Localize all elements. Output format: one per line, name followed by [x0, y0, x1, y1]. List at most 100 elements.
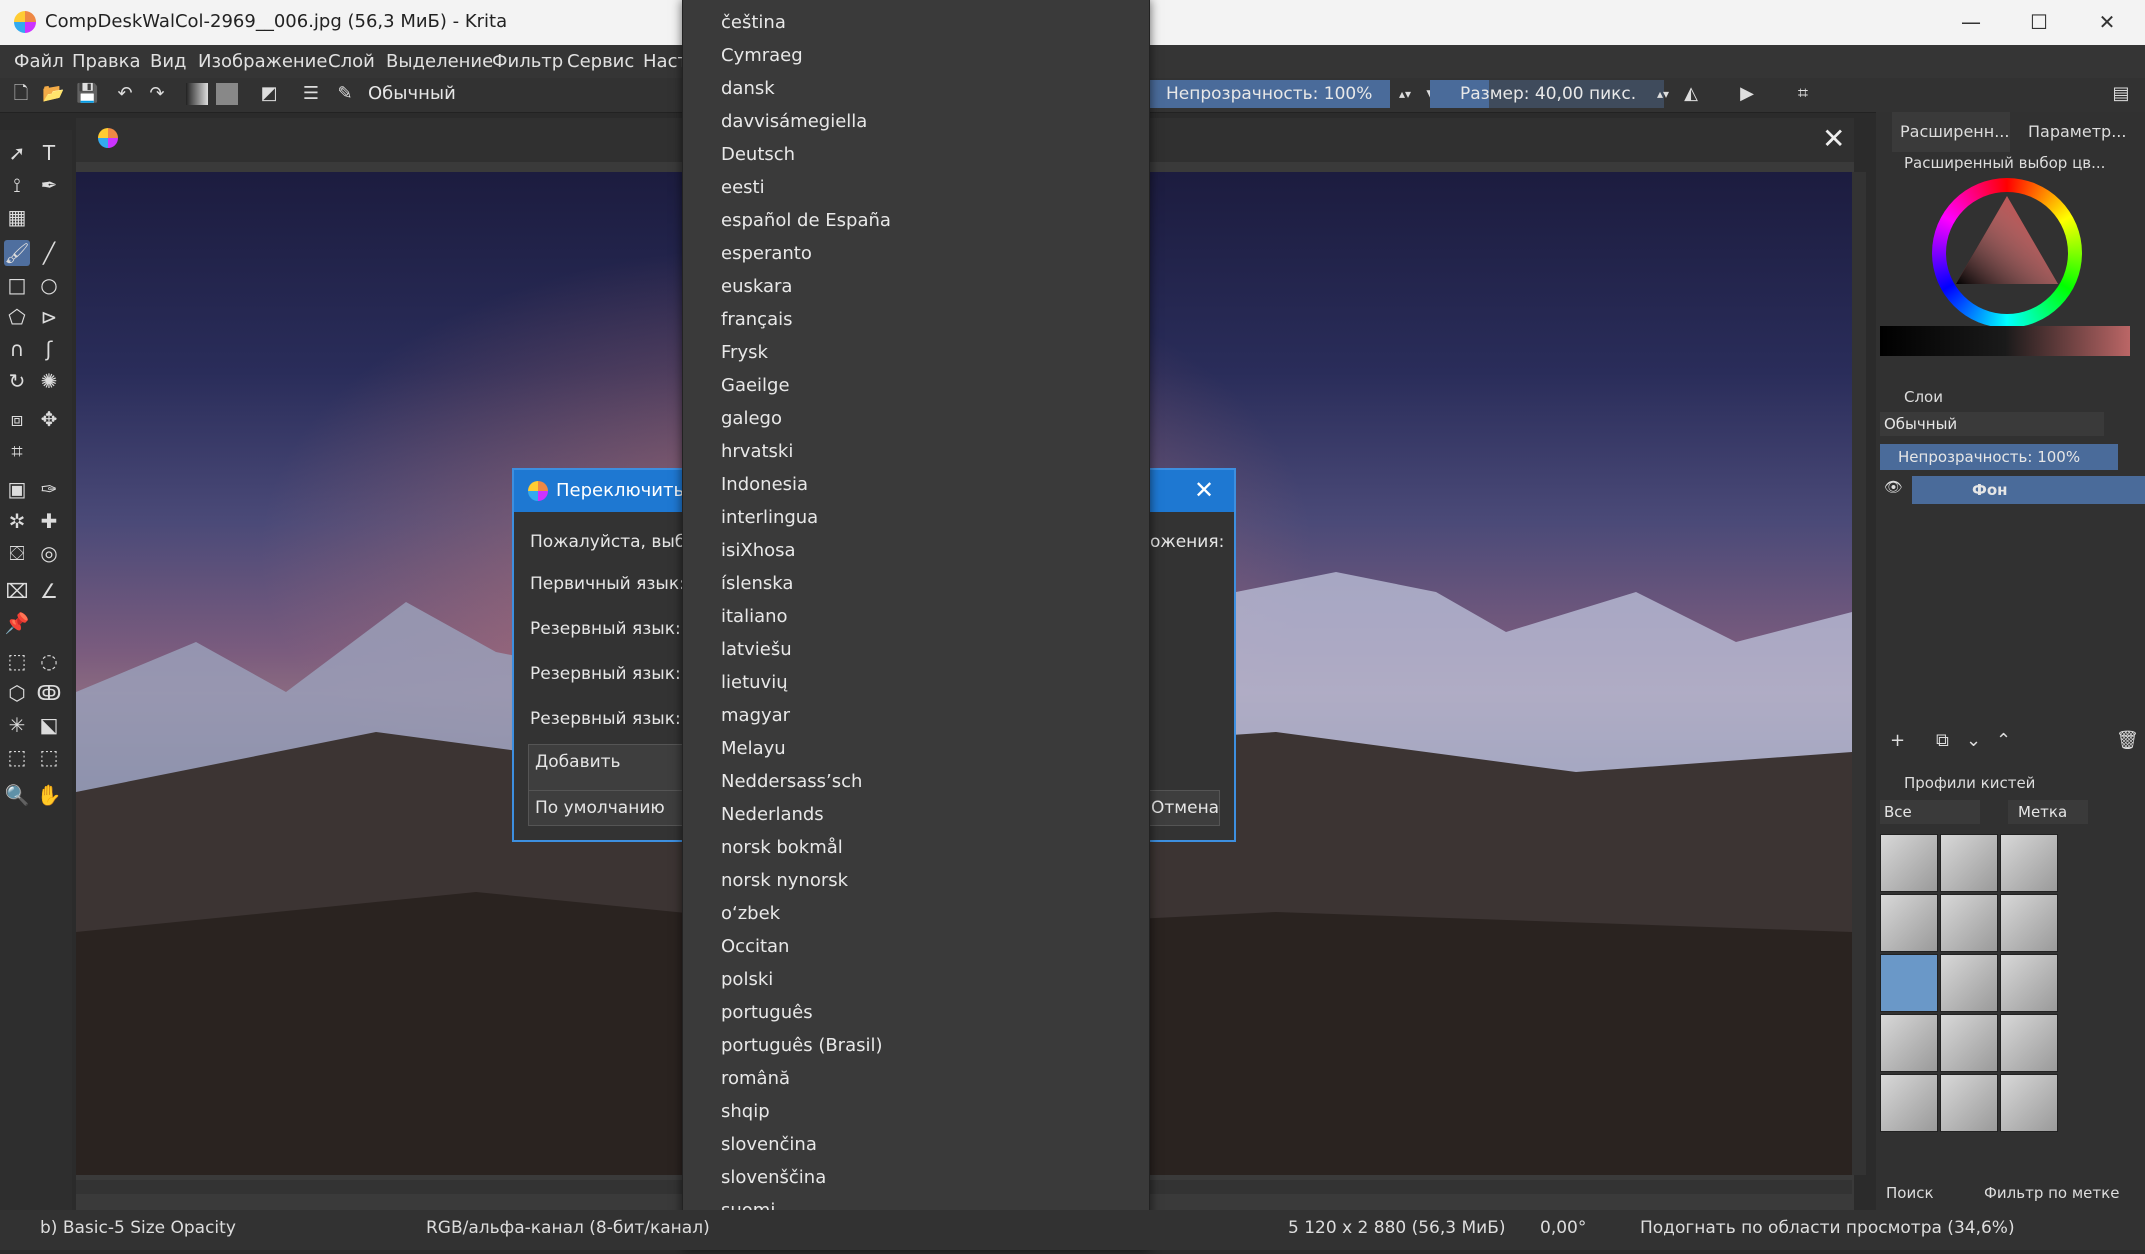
zoom-tool-icon[interactable]: 🔍 — [4, 782, 30, 808]
default-button[interactable]: По умолчанию — [528, 790, 692, 826]
language-option[interactable]: italiano — [721, 606, 788, 627]
fill-tool-icon[interactable]: ⛋ — [4, 540, 30, 566]
language-option[interactable]: Nederlands — [721, 804, 824, 825]
brush-preset[interactable] — [1880, 894, 1938, 952]
close-dialog-icon[interactable]: ✕ — [1194, 476, 1214, 504]
gradient-swatch-icon[interactable] — [186, 83, 208, 105]
canvas-vertical-scrollbar[interactable] — [1852, 172, 1866, 1175]
edit-shapes-tool-icon[interactable]: ⟟ — [4, 172, 30, 198]
language-option[interactable]: hrvatski — [721, 441, 793, 462]
pan-tool-icon[interactable]: ✋ — [36, 782, 62, 808]
language-option[interactable]: Occitan — [721, 936, 789, 957]
language-option[interactable]: isiXhosa — [721, 540, 796, 561]
language-option[interactable]: Neddersass’sch — [721, 771, 862, 792]
rect-select-tool-icon[interactable]: ⬚ — [4, 648, 30, 674]
multibrush-tool-icon[interactable]: ✺ — [36, 368, 62, 394]
contiguous-select-tool-icon[interactable]: ✳ — [4, 712, 30, 738]
status-rotation[interactable]: 0,00° — [1540, 1218, 1586, 1238]
language-option[interactable]: Frysk — [721, 342, 768, 363]
brush-preset-icon[interactable]: ✎ — [334, 83, 356, 105]
undo-icon[interactable]: ↶ — [114, 83, 136, 105]
language-option[interactable]: Gaeilge — [721, 375, 790, 396]
redo-icon[interactable]: ↷ — [146, 83, 168, 105]
language-option[interactable]: latviešu — [721, 639, 792, 660]
brush-tag-select[interactable]: Метка — [2008, 800, 2088, 824]
similar-select-tool-icon[interactable]: ⬕ — [36, 712, 62, 738]
color-picker-tool-icon[interactable]: ✑ — [36, 476, 62, 502]
language-option[interactable]: slovenščina — [721, 1167, 826, 1188]
language-option[interactable]: français — [721, 309, 792, 330]
enclose-fill-tool-icon[interactable]: ◎ — [36, 540, 62, 566]
menu-image[interactable]: Изображение — [198, 51, 327, 72]
language-option[interactable]: português (Brasil) — [721, 1035, 883, 1056]
language-option[interactable]: esperanto — [721, 243, 812, 264]
text-tool-icon[interactable]: T — [36, 140, 62, 166]
delete-layer-icon[interactable]: 🗑 — [2116, 730, 2139, 751]
move-tool-icon[interactable]: ✥ — [36, 406, 62, 432]
pattern-swatch-icon[interactable] — [216, 83, 238, 105]
brush-preset[interactable] — [1940, 1074, 1998, 1132]
magnetic-select-tool-icon[interactable]: ⬚ — [36, 744, 62, 770]
language-option[interactable]: español de España — [721, 210, 891, 231]
language-option[interactable]: Melayu — [721, 738, 786, 759]
brush-preset[interactable] — [1940, 894, 1998, 952]
colorize-mask-tool-icon[interactable]: ✲ — [4, 508, 30, 534]
menu-select[interactable]: Выделение — [386, 51, 493, 72]
ellipse-select-tool-icon[interactable]: ◌ — [36, 648, 62, 674]
language-option[interactable]: interlingua — [721, 507, 818, 528]
bezier-select-tool-icon[interactable]: ⬚ — [4, 744, 30, 770]
language-option[interactable]: polski — [721, 969, 773, 990]
line-tool-icon[interactable]: ╱ — [36, 240, 62, 266]
brush-preset[interactable] — [2000, 1014, 2058, 1072]
language-option[interactable]: shqip — [721, 1101, 770, 1122]
brush-preset[interactable] — [1940, 1014, 1998, 1072]
tab-tool-options[interactable]: Параметр... — [2020, 112, 2138, 152]
menu-layer[interactable]: Слой — [328, 51, 375, 72]
brush-preset[interactable] — [1880, 834, 1938, 892]
measure-tool-icon[interactable]: ∠ — [36, 578, 62, 604]
menu-view[interactable]: Вид — [150, 51, 187, 72]
size-slider[interactable]: Размер: 40,00 пикс. — [1430, 80, 1664, 108]
docker-toggle-icon[interactable]: ▤ — [2110, 83, 2132, 105]
filter-by-tag-checkbox[interactable]: Фильтр по метке — [1984, 1184, 2119, 1202]
gradient-tool-icon[interactable]: ▣ — [4, 476, 30, 502]
color-wheel[interactable] — [1932, 178, 2082, 328]
language-option[interactable]: galego — [721, 408, 782, 429]
tab-advanced-color[interactable]: Расширенн... — [1892, 112, 2010, 152]
language-option[interactable]: dansk — [721, 78, 775, 99]
select-shapes-tool-icon[interactable]: ➚ — [4, 140, 30, 166]
polygon-tool-icon[interactable]: ⬠ — [4, 304, 30, 330]
duplicate-layer-icon[interactable]: ⧉ — [1936, 730, 1949, 751]
menu-edit[interactable]: Правка — [72, 51, 141, 72]
brush-preset[interactable] — [2000, 834, 2058, 892]
language-option[interactable]: čeština — [721, 12, 786, 33]
brush-preset[interactable] — [2000, 1074, 2058, 1132]
layers-blend-select[interactable]: Обычный — [1880, 412, 2104, 436]
brush-search-field[interactable]: Поиск — [1886, 1184, 1934, 1202]
language-option[interactable]: o‘zbek — [721, 903, 780, 924]
menu-file[interactable]: Файл — [14, 51, 64, 72]
move-layer-down-icon[interactable]: ⌄ — [1966, 730, 1981, 751]
minimize-button[interactable]: — — [1940, 0, 2002, 45]
language-option[interactable]: lietuvių — [721, 672, 788, 693]
opacity-spin-icon[interactable]: ▴▾ — [1394, 83, 1416, 105]
close-document-icon[interactable]: ✕ — [1822, 122, 1845, 155]
wrap-around-icon[interactable]: ⌗ — [1792, 83, 1814, 105]
size-spin-icon[interactable]: ▴▾ — [1652, 83, 1674, 105]
rectangle-tool-icon[interactable]: □ — [4, 272, 30, 298]
language-option[interactable]: română — [721, 1068, 790, 1089]
blend-mode-select[interactable]: Обычный — [368, 83, 456, 104]
transform-tool-icon[interactable]: ⧈ — [4, 406, 30, 432]
color-history-bar[interactable] — [1880, 326, 2130, 356]
open-document-icon[interactable]: 📂 — [42, 83, 64, 105]
language-option[interactable]: norsk bokmål — [721, 837, 843, 858]
language-option[interactable]: Deutsch — [721, 144, 795, 165]
language-option[interactable]: magyar — [721, 705, 790, 726]
menu-tools[interactable]: Сервис — [567, 51, 634, 72]
language-dropdown-list[interactable]: čeština Cymraeg dansk davvisámegiella Deutsc… — [682, 0, 1150, 1254]
layers-opacity-slider[interactable]: Непрозрачность: 100% — [1880, 444, 2118, 470]
dynamic-brush-tool-icon[interactable]: ↻ — [4, 368, 30, 394]
language-option[interactable]: Cymraeg — [721, 45, 803, 66]
move-layer-up-icon[interactable]: ⌃ — [1996, 730, 2011, 751]
pattern-tool-icon[interactable]: ▦ — [4, 204, 30, 230]
